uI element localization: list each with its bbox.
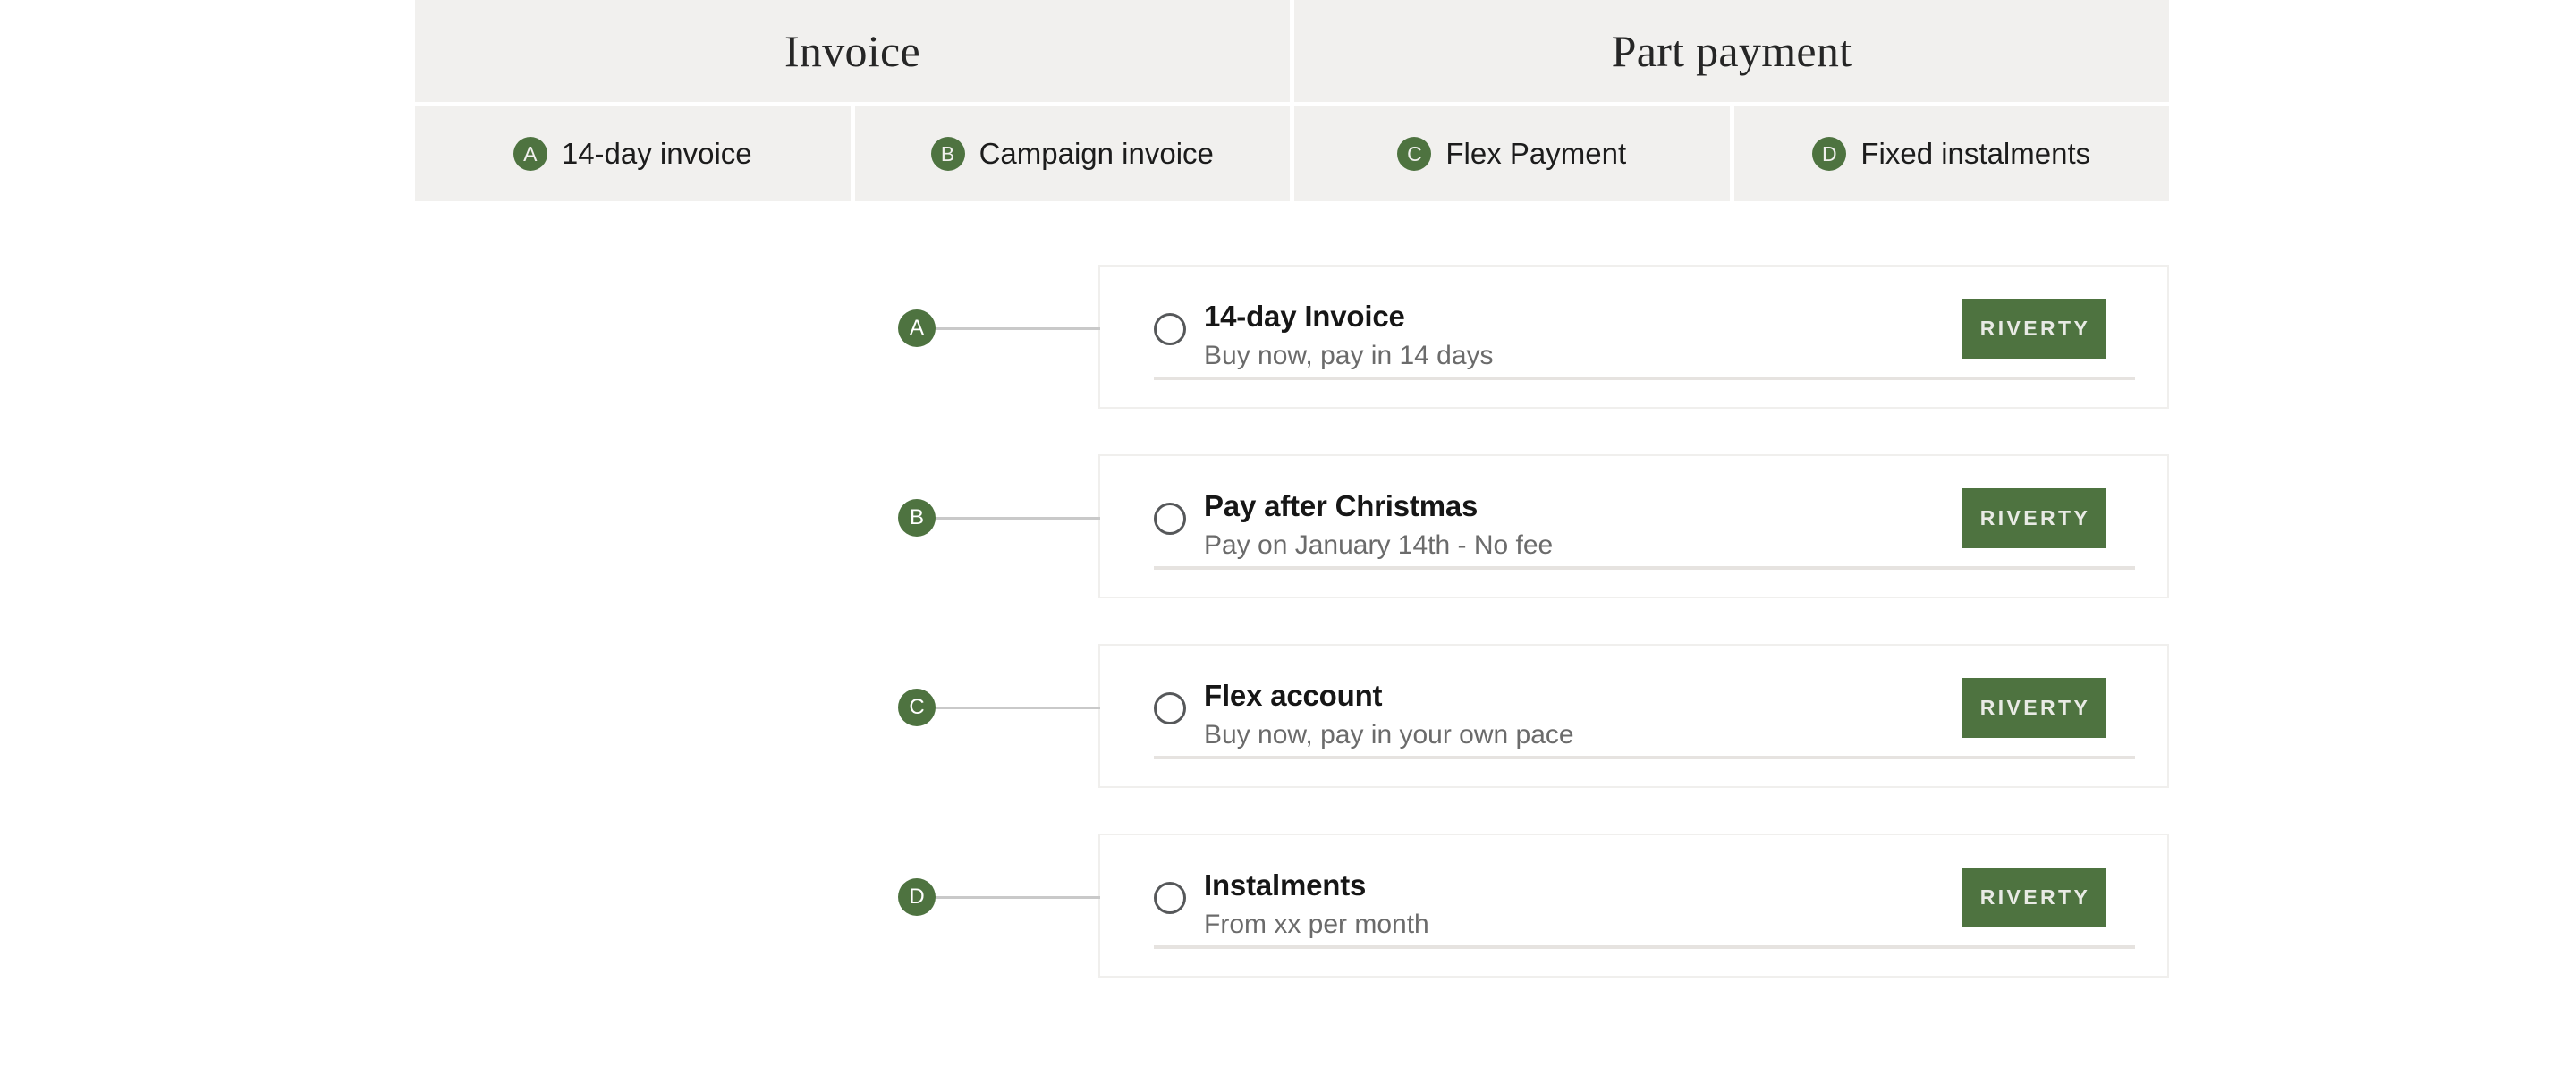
radio-button-pay-after-christmas[interactable]: [1154, 503, 1186, 535]
payment-group-title: Part payment: [1611, 26, 1852, 76]
payment-tab-row: A 14-day invoice B Campaign invoice C Fl…: [415, 106, 2169, 201]
card-divider: [1154, 566, 2135, 570]
card-text-block: Instalments From xx per month: [1204, 868, 1962, 942]
step-badge-a-icon: A: [898, 309, 936, 347]
card-content: 14-day Invoice Buy now, pay in 14 days r…: [1154, 267, 2167, 407]
riverty-logo: riverty: [1962, 868, 2106, 927]
payment-group-invoice: Invoice: [415, 0, 1290, 102]
payment-group-title-row: Invoice Part payment: [415, 0, 2169, 102]
step-badge-c-icon: C: [898, 689, 936, 726]
card-content: Pay after Christmas Pay on January 14th …: [1154, 456, 2167, 597]
payment-option-row: A 14-day Invoice Buy now, pay in 14 days…: [0, 265, 2576, 454]
riverty-logo: riverty: [1962, 488, 2106, 548]
option-title: Pay after Christmas: [1204, 489, 1479, 522]
card-content: Instalments From xx per month riverty: [1154, 835, 2167, 976]
tab-fixed-instalments[interactable]: D Fixed instalments: [1733, 106, 2169, 201]
card-divider: [1154, 377, 2135, 380]
option-subtitle: From xx per month: [1204, 910, 1429, 940]
payment-option-row: B Pay after Christmas Pay on January 14t…: [0, 454, 2576, 644]
tab-badge-b-icon: B: [930, 137, 965, 171]
option-subtitle: Buy now, pay in 14 days: [1204, 341, 1494, 371]
radio-button-14-day-invoice[interactable]: [1154, 313, 1186, 345]
riverty-logo-text: riverty: [1979, 885, 2091, 909]
option-title: Instalments: [1204, 868, 1367, 902]
card-divider: [1154, 756, 2135, 759]
card-text-block: 14-day Invoice Buy now, pay in 14 days: [1204, 299, 1962, 373]
option-subtitle: Pay on January 14th - No fee: [1204, 530, 1554, 561]
tab-badge-a-icon: A: [513, 137, 547, 171]
connector-line-d: [930, 896, 1100, 899]
payment-method-header-matrix: Invoice Part payment A 14-day invoice B …: [415, 0, 2169, 201]
payment-option-card-14-day-invoice[interactable]: 14-day Invoice Buy now, pay in 14 days r…: [1098, 265, 2169, 409]
payment-option-row: D Instalments From xx per month riverty: [0, 834, 2576, 1023]
connector-line-c: [930, 707, 1100, 709]
step-badge-d-icon: D: [898, 878, 936, 916]
tab-14-day-invoice[interactable]: A 14-day invoice: [415, 106, 851, 201]
payment-option-card-pay-after-christmas[interactable]: Pay after Christmas Pay on January 14th …: [1098, 454, 2169, 598]
riverty-logo: riverty: [1962, 299, 2106, 359]
riverty-logo-text: riverty: [1979, 317, 2091, 340]
tab-flex-payment[interactable]: C Flex Payment: [1294, 106, 1730, 201]
card-content: Flex account Buy now, pay in your own pa…: [1154, 646, 2167, 786]
connector-line-a: [930, 327, 1100, 330]
riverty-logo-text: riverty: [1979, 506, 2091, 529]
riverty-logo: riverty: [1962, 678, 2106, 738]
tab-label: Campaign invoice: [979, 137, 1214, 170]
payment-option-row: C Flex account Buy now, pay in your own …: [0, 644, 2576, 834]
option-title: Flex account: [1204, 679, 1383, 712]
tab-campaign-invoice[interactable]: B Campaign invoice: [854, 106, 1290, 201]
card-divider: [1154, 945, 2135, 949]
tab-badge-d-icon: D: [1812, 137, 1847, 171]
payment-group-title: Invoice: [784, 26, 921, 76]
tab-badge-c-icon: C: [1397, 137, 1432, 171]
riverty-logo-text: riverty: [1979, 696, 2091, 719]
payment-group-part-payment: Part payment: [1294, 0, 2169, 102]
card-text-block: Flex account Buy now, pay in your own pa…: [1204, 678, 1962, 752]
connector-line-b: [930, 517, 1100, 520]
tab-label: Fixed instalments: [1860, 137, 2091, 170]
option-title: 14-day Invoice: [1204, 300, 1405, 333]
payment-options-list: A 14-day Invoice Buy now, pay in 14 days…: [0, 265, 2576, 1023]
tab-label: Flex Payment: [1445, 137, 1627, 170]
card-text-block: Pay after Christmas Pay on January 14th …: [1204, 488, 1962, 563]
tab-label: 14-day invoice: [561, 137, 752, 170]
payment-option-card-instalments[interactable]: Instalments From xx per month riverty: [1098, 834, 2169, 978]
step-badge-b-icon: B: [898, 499, 936, 537]
radio-button-flex-account[interactable]: [1154, 692, 1186, 724]
payment-option-card-flex-account[interactable]: Flex account Buy now, pay in your own pa…: [1098, 644, 2169, 788]
radio-button-instalments[interactable]: [1154, 882, 1186, 914]
option-subtitle: Buy now, pay in your own pace: [1204, 720, 1574, 750]
